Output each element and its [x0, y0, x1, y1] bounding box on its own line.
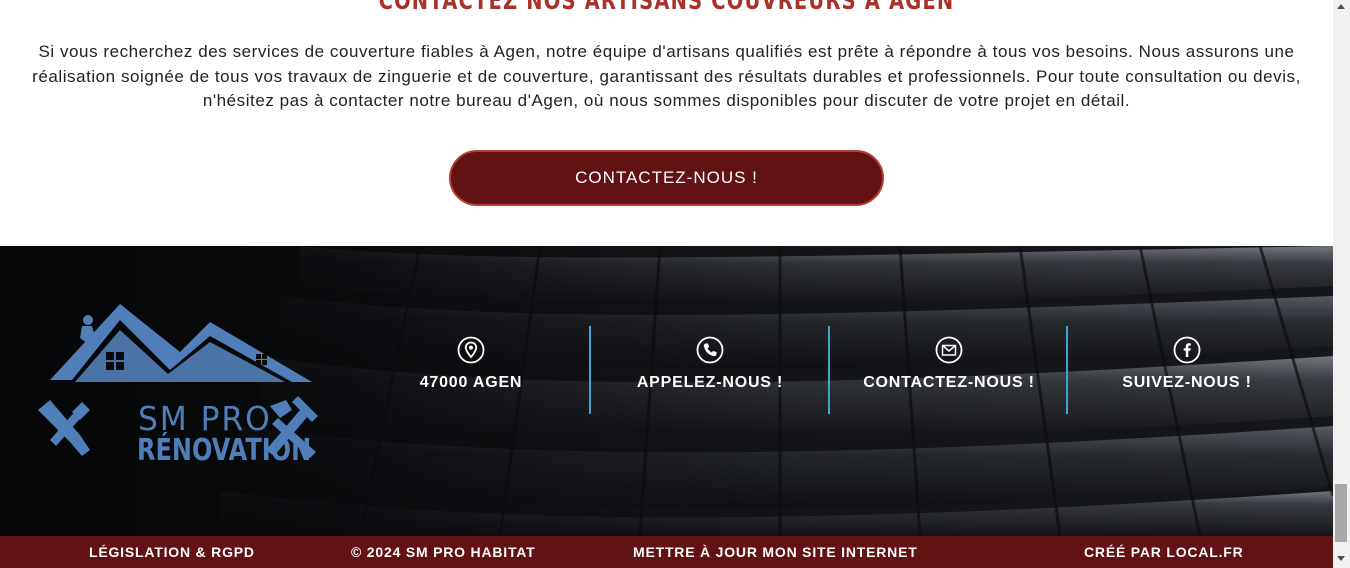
- intro-paragraph: Si vous recherchez des services de couve…: [32, 42, 1301, 110]
- phone-icon: [696, 336, 724, 364]
- contact-address[interactable]: 47000 AGEN: [352, 326, 590, 414]
- location-pin-icon: [457, 336, 485, 364]
- created-by-link[interactable]: CRÉÉ PAR LOCAL.FR: [1084, 544, 1244, 560]
- contact-email-label: CONTACTEZ-NOUS !: [863, 374, 1035, 391]
- update-site-link[interactable]: METTRE À JOUR MON SITE INTERNET: [633, 544, 918, 560]
- scroll-up-arrow-icon[interactable]: [1337, 4, 1345, 9]
- scroll-down-arrow-icon[interactable]: [1337, 556, 1345, 561]
- contact-address-label: 47000 AGEN: [419, 374, 523, 391]
- contact-facebook[interactable]: SUIVEZ-NOUS !: [1068, 326, 1306, 414]
- copyright-link[interactable]: © 2024 SM PRO HABITAT: [351, 544, 536, 560]
- contact-phone[interactable]: APPELEZ-NOUS !: [591, 326, 829, 414]
- mail-icon: [935, 336, 963, 364]
- contact-us-button[interactable]: CONTACTEZ-NOUS !: [449, 150, 884, 206]
- contact-email[interactable]: CONTACTEZ-NOUS !: [830, 326, 1068, 414]
- company-logo[interactable]: SM PRO RÉNOVATION: [30, 300, 325, 470]
- scroll-thumb[interactable]: [1335, 484, 1347, 542]
- logo-text-renovation: RÉNOVATION: [137, 433, 312, 468]
- footer: SM PRO RÉNOVATION 47000 AGEN APPELEZ-NOU…: [0, 246, 1333, 536]
- bottom-bar: LÉGISLATION & RGPD © 2024 SM PRO HABITAT…: [0, 536, 1333, 568]
- facebook-icon: [1173, 336, 1201, 364]
- legal-link[interactable]: LÉGISLATION & RGPD: [89, 544, 255, 560]
- section-title: CONTACTEZ NOS ARTISANS COUVREURS À AGEN: [378, 0, 955, 15]
- vertical-scrollbar[interactable]: [1333, 0, 1350, 568]
- contact-facebook-label: SUIVEZ-NOUS !: [1122, 374, 1252, 391]
- page: CONTACTEZ NOS ARTISANS COUVREURS À AGEN …: [0, 0, 1333, 568]
- contact-phone-label: APPELEZ-NOUS !: [636, 374, 784, 391]
